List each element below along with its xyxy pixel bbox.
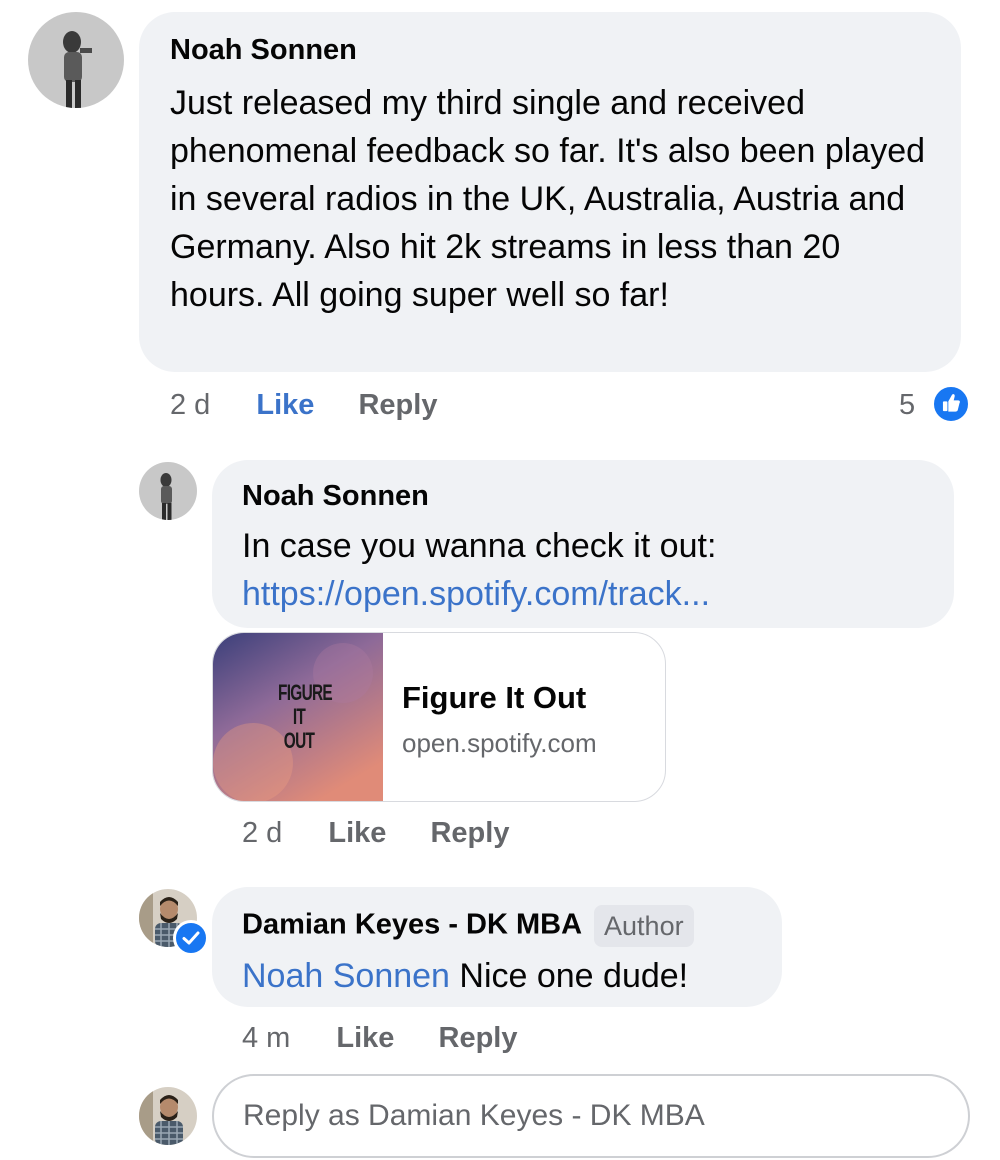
verified-check-icon bbox=[173, 920, 209, 956]
reply-button[interactable]: Reply bbox=[358, 389, 437, 421]
comment-time[interactable]: 2 d bbox=[242, 817, 282, 849]
comment-author[interactable]: Damian Keyes - DK MBA bbox=[242, 909, 582, 941]
like-button[interactable]: Like bbox=[336, 1022, 394, 1054]
reply-input[interactable]: Reply as Damian Keyes - DK MBA bbox=[212, 1074, 970, 1158]
comment-author[interactable]: Noah Sonnen bbox=[242, 478, 924, 514]
link-preview-title: Figure It Out bbox=[402, 680, 587, 715]
like-button[interactable]: Like bbox=[256, 389, 314, 421]
mention-link[interactable]: Noah Sonnen bbox=[242, 957, 450, 995]
reply-bubble: Damian Keyes - DK MBA Author Noah Sonnen … bbox=[212, 887, 782, 1007]
avatar-photo bbox=[28, 12, 124, 108]
thumbnail-title: FIGURE IT OUT bbox=[278, 680, 333, 753]
comment-text: Noah Sonnen Nice one dude! bbox=[242, 952, 752, 1000]
comment-bubble: Noah Sonnen Just released my third singl… bbox=[139, 12, 961, 372]
link-preview-domain: open.spotify.com bbox=[402, 728, 597, 758]
reply-button[interactable]: Reply bbox=[430, 817, 509, 849]
comment-text: In case you wanna check it out: https://… bbox=[242, 522, 924, 618]
reaction-count[interactable]: 5 bbox=[899, 387, 915, 423]
reply-button[interactable]: Reply bbox=[439, 1022, 518, 1054]
comment-text: Just released my third single and receiv… bbox=[170, 84, 926, 314]
link-preview-thumbnail: FIGURE IT OUT bbox=[213, 633, 383, 801]
comment-text-body: Nice one dude! bbox=[449, 957, 689, 995]
comment-actions: 2 d Like Reply bbox=[170, 387, 437, 423]
avatar-photo bbox=[139, 1087, 197, 1145]
link-preview-card[interactable]: FIGURE IT OUT Figure It Out open.spotify… bbox=[212, 632, 666, 802]
comment-thread: Noah Sonnen Just released my third singl… bbox=[0, 0, 1000, 1160]
author-badge: Author bbox=[594, 905, 694, 947]
like-button[interactable]: Like bbox=[328, 817, 386, 849]
avatar-noah-sonnen[interactable] bbox=[139, 462, 197, 520]
reply-bubble: Noah Sonnen In case you wanna check it o… bbox=[212, 460, 954, 628]
comment-text-prefix: In case you wanna check it out: bbox=[242, 527, 717, 565]
avatar-photo bbox=[139, 462, 197, 520]
comment-actions: 2 d Like Reply bbox=[242, 815, 509, 851]
comment-time[interactable]: 4 m bbox=[242, 1022, 290, 1054]
comment-author-row: Damian Keyes - DK MBA Author bbox=[242, 905, 752, 947]
avatar-noah-sonnen[interactable] bbox=[28, 12, 124, 108]
comment-author[interactable]: Noah Sonnen bbox=[170, 32, 931, 68]
like-thumbs-up-icon[interactable] bbox=[932, 385, 970, 423]
avatar-damian-keyes[interactable] bbox=[139, 1087, 197, 1145]
spotify-link[interactable]: https://open.spotify.com/track... bbox=[242, 575, 710, 613]
comment-time[interactable]: 2 d bbox=[170, 389, 210, 421]
comment-actions: 4 m Like Reply bbox=[242, 1020, 517, 1056]
